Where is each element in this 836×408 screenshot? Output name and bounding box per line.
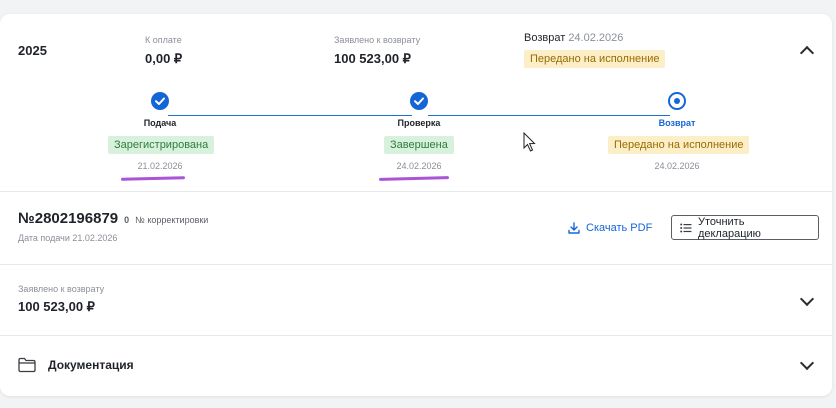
step-done-check-icon	[410, 92, 428, 110]
refund-label: Возврат	[524, 32, 566, 44]
step-status-submission: Зарегистрирована	[108, 135, 215, 154]
step-title-submission: Подача	[143, 118, 177, 128]
claimed-label: Заявлено к возврату	[334, 35, 421, 45]
claimed-value: 100 523,00 ₽	[334, 51, 411, 66]
step-connector-1	[168, 115, 412, 116]
step-done-check-icon	[151, 92, 169, 110]
submit-date: Дата подачи 21.02.2026	[18, 233, 118, 243]
download-icon	[568, 222, 580, 234]
declaration-number-row: №2802196879 0 № корректировки	[18, 210, 208, 227]
to-pay-label: К оплате	[145, 35, 182, 45]
refund-claimed-value: 100 523,00 ₽	[18, 299, 95, 314]
download-pdf-button[interactable]: Скачать PDF	[568, 220, 652, 236]
expand-chevron-down-icon[interactable]	[799, 291, 815, 307]
step-connector-2	[428, 115, 670, 116]
step-title-review: Проверка	[397, 118, 441, 128]
highlight-underline-1	[120, 176, 186, 181]
collapse-chevron-up-icon[interactable]	[799, 45, 815, 61]
step-status-review: Завершена	[384, 135, 454, 154]
declaration-number: №2802196879	[18, 210, 119, 227]
refund-claimed-section[interactable]: Заявлено к возврату 100 523,00 ₽	[0, 265, 832, 335]
mouse-cursor-icon	[523, 132, 536, 152]
step-date-review: 24.02.2026	[396, 161, 442, 171]
refund-date: 24.02.2026	[568, 32, 624, 44]
correction-label: № корректировки	[135, 215, 209, 225]
refund-header: Возврат 24.02.2026	[524, 32, 623, 44]
year-label: 2025	[18, 43, 47, 58]
to-pay-value: 0,00 ₽	[145, 51, 183, 66]
folder-icon	[18, 357, 36, 373]
documentation-label: Документация	[48, 358, 134, 372]
divider	[0, 191, 832, 192]
declaration-card: 2025 К оплате 0,00 ₽ Заявлено к возврату…	[0, 14, 832, 396]
step-date-refund: 24.02.2026	[654, 161, 700, 171]
refund-claimed-label: Заявлено к возврату	[18, 284, 105, 294]
list-icon	[680, 223, 692, 232]
step-date-submission: 21.02.2026	[137, 161, 183, 171]
correction-count: 0	[124, 215, 130, 225]
refund-status-badge: Передано на исполнение	[524, 49, 666, 68]
clarify-declaration-button[interactable]: Уточнить декларацию	[671, 215, 819, 240]
expand-chevron-down-icon[interactable]	[799, 355, 815, 371]
step-active-dot-icon	[668, 92, 686, 110]
step-status-refund: Передано на исполнение	[608, 135, 750, 154]
documentation-section[interactable]: Документация	[0, 336, 832, 396]
highlight-underline-2	[378, 176, 450, 181]
step-title-refund: Возврат	[658, 118, 696, 128]
refund-status-text: Передано на исполнение	[524, 50, 666, 68]
